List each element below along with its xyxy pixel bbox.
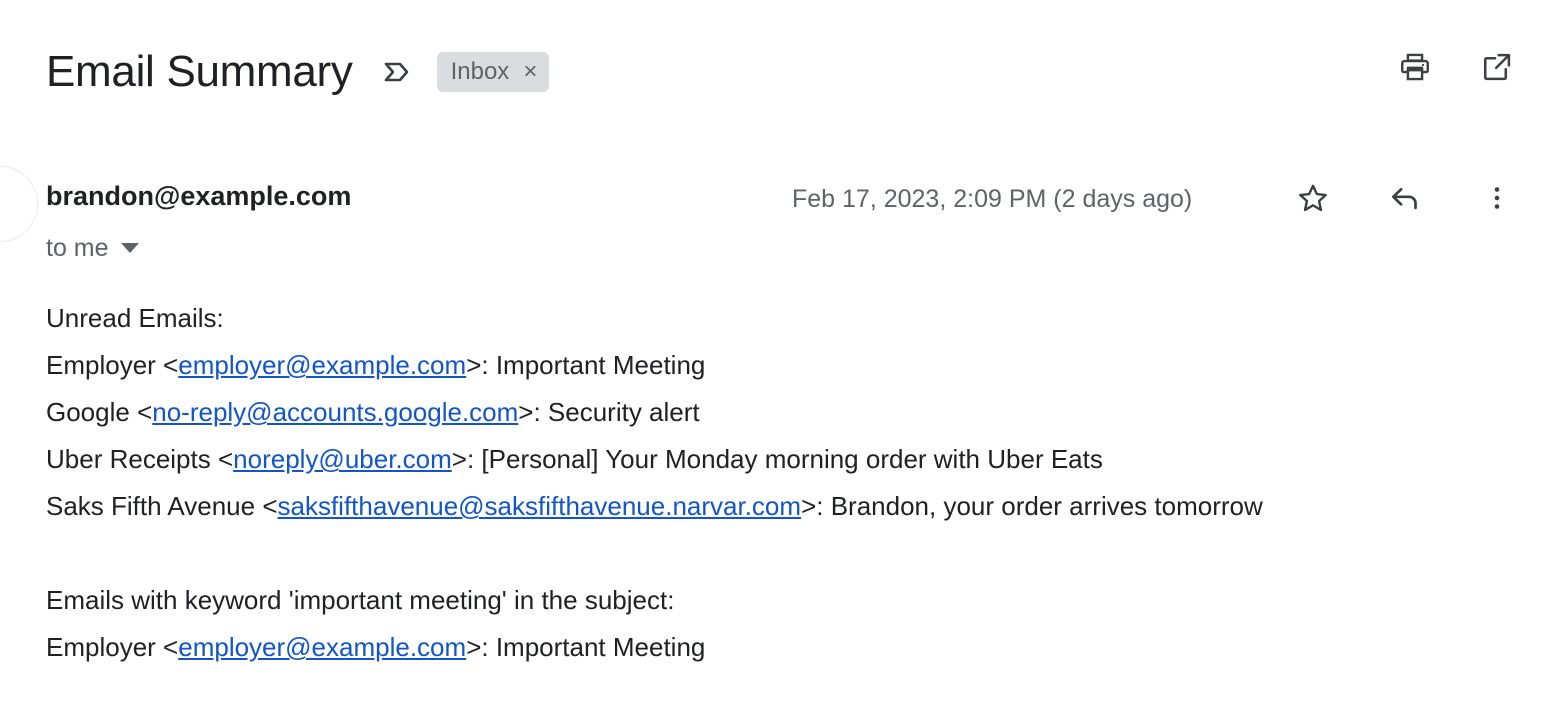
email-link[interactable]: employer@example.com [178,350,466,380]
message-meta-row: brandon@example.com Feb 17, 2023, 2:09 P… [0,160,1542,262]
email-header: Email Summary Inbox × [0,0,1542,140]
email-link[interactable]: saksfifthavenue@saksfifthavenue.narvar.c… [278,491,802,521]
page-title: Email Summary [46,47,353,96]
label-chip-text: Inbox [450,58,510,85]
email-link[interactable]: no-reply@accounts.google.com [152,397,518,427]
label-arrow-icon [379,55,413,89]
list-item: Employer <employer@example.com>: Importa… [46,342,1526,389]
sender-prefix: Google < [46,397,153,427]
subject-suffix: >: Important Meeting [466,350,706,380]
list-item: Uber Receipts <noreply@uber.com>: [Perso… [46,436,1526,483]
close-icon[interactable]: × [523,52,537,92]
chevron-down-icon [120,243,139,253]
email-link[interactable]: employer@example.com [178,632,466,662]
subject-suffix: >: [Personal] Your Monday morning order … [451,444,1103,474]
recipient-toggle[interactable]: to me [46,232,139,264]
star-button[interactable] [1295,180,1331,216]
sender-prefix: Saks Fifth Avenue < [46,491,278,521]
subject-suffix: >: Important Meeting [466,632,706,662]
sender-address: brandon@example.com [46,181,352,211]
header-actions [1396,48,1516,86]
message-body: Unread Emails: Employer <employer@exampl… [46,295,1526,671]
reply-icon [1391,187,1417,210]
more-options-button[interactable] [1479,180,1515,216]
email-link[interactable]: noreply@uber.com [233,444,452,474]
print-button[interactable] [1396,48,1434,86]
unread-emails-heading: Unread Emails: [46,303,224,333]
subject-suffix: >: Security alert [518,397,700,427]
reply-button[interactable] [1387,180,1423,216]
label-chip-inbox[interactable]: Inbox × [436,52,550,92]
sender-prefix: Employer < [46,350,179,380]
message-actions [1295,180,1515,216]
list-item: Saks Fifth Avenue <saksfifthavenue@saksf… [46,483,1526,530]
subject-suffix: >: Brandon, your order arrives tomorrow [801,491,1263,521]
list-item: Google <no-reply@accounts.google.com>: S… [46,389,1526,436]
sender-prefix: Uber Receipts < [46,444,234,474]
star-icon [1299,184,1327,212]
open-in-new-window-button[interactable] [1478,48,1516,86]
subject-row: Email Summary Inbox × [46,42,550,102]
list-item: Employer <employer@example.com>: Importa… [46,624,1526,671]
recipient-label: to me [46,234,109,262]
more-options-icon [1494,187,1500,209]
message-timestamp: Feb 17, 2023, 2:09 PM (2 days ago) [792,185,1193,213]
open-in-new-icon [1483,53,1511,81]
keyword-search-heading: Emails with keyword 'important meeting' … [46,585,675,615]
message-container: brandon@example.com Feb 17, 2023, 2:09 P… [0,160,1542,262]
sender-prefix: Employer < [46,632,179,662]
print-icon [1401,53,1429,81]
